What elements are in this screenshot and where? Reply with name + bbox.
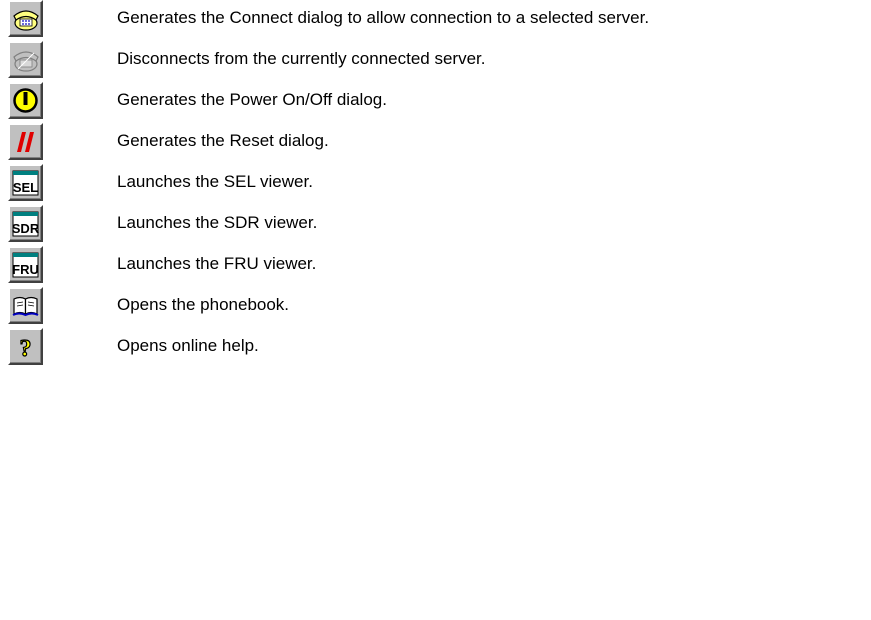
phonebook-button[interactable] xyxy=(8,287,43,324)
help-row: ? Opens online help. xyxy=(0,328,871,372)
sel-row: SEL Launches the SEL viewer. xyxy=(0,164,871,208)
phonebook-icon xyxy=(12,296,39,317)
help-description: Opens online help. xyxy=(117,336,259,355)
fru-description: Launches the FRU viewer. xyxy=(117,254,317,273)
fru-viewer-icon: FRU xyxy=(12,252,39,278)
power-row: Generates the Power On/Off dialog. xyxy=(0,82,871,126)
sel-description: Launches the SEL viewer. xyxy=(117,172,313,191)
fru-viewer-button[interactable]: FRU xyxy=(8,246,43,283)
fru-label: FRU xyxy=(12,262,39,277)
disconnect-row: Disconnects from the currently connected… xyxy=(0,41,871,85)
power-description: Generates the Power On/Off dialog. xyxy=(117,90,387,109)
sdr-viewer-icon: SDR xyxy=(12,211,40,237)
reset-button[interactable] xyxy=(8,123,43,160)
disconnect-phone-icon xyxy=(13,51,39,72)
connect-phone-icon xyxy=(13,10,39,31)
sel-viewer-icon: SEL xyxy=(12,170,39,196)
disconnect-description: Disconnects from the currently connected… xyxy=(117,49,486,68)
sdr-description: Launches the SDR viewer. xyxy=(117,213,318,232)
sel-viewer-button[interactable]: SEL xyxy=(8,164,43,201)
disconnect-button[interactable] xyxy=(8,41,43,78)
sdr-row: SDR Launches the SDR viewer. xyxy=(0,205,871,249)
connect-button[interactable] xyxy=(8,0,43,37)
sdr-label: SDR xyxy=(12,221,40,236)
reset-description: Generates the Reset dialog. xyxy=(117,131,329,150)
power-button[interactable] xyxy=(8,82,43,119)
connect-row: Generates the Connect dialog to allow co… xyxy=(0,0,871,44)
reset-icon xyxy=(17,132,34,152)
sdr-viewer-button[interactable]: SDR xyxy=(8,205,43,242)
help-icon: ? xyxy=(19,335,32,362)
help-button[interactable]: ? xyxy=(8,328,43,365)
phonebook-row: Opens the phonebook. xyxy=(0,287,871,331)
connect-description: Generates the Connect dialog to allow co… xyxy=(117,8,650,27)
phonebook-description: Opens the phonebook. xyxy=(117,295,290,314)
svg-text:?: ? xyxy=(20,336,32,362)
power-icon xyxy=(13,88,38,113)
fru-row: FRU Launches the FRU viewer. xyxy=(0,246,871,290)
sel-label: SEL xyxy=(13,180,38,195)
reset-row: Generates the Reset dialog. xyxy=(0,123,871,167)
